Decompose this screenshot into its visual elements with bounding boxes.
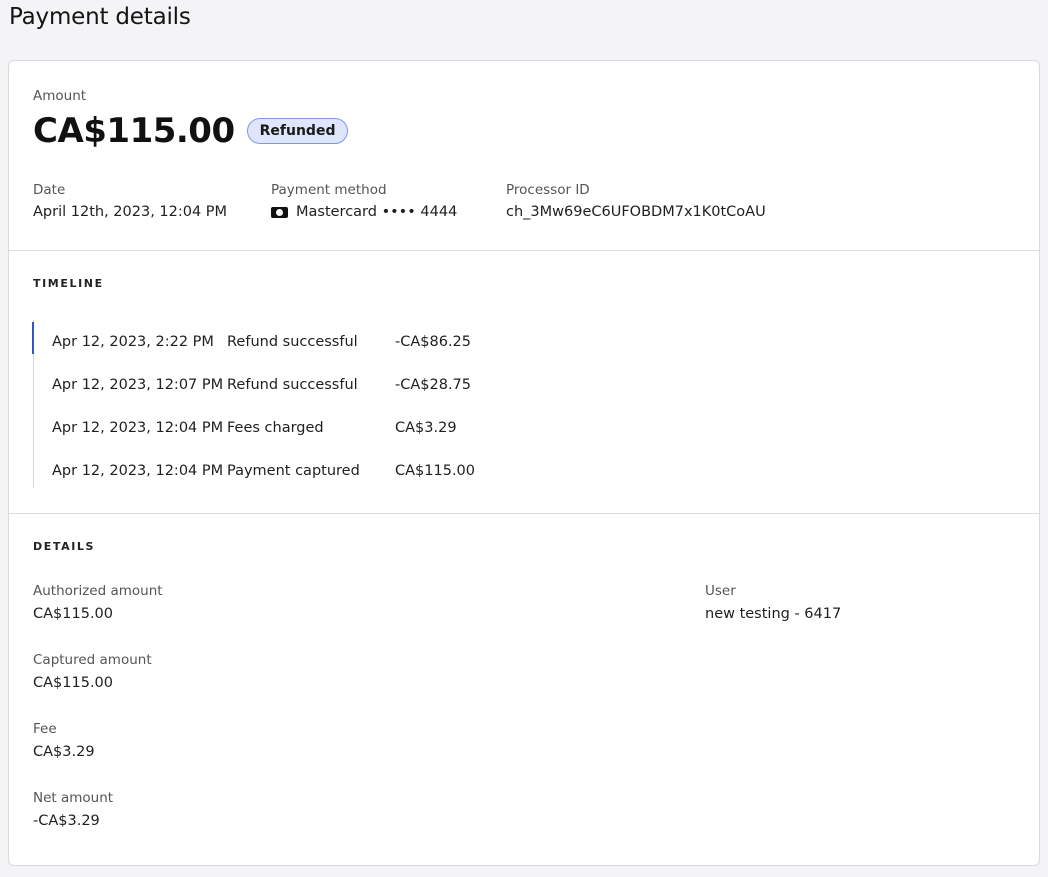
page-title: Payment details	[9, 4, 191, 30]
status-badge: Refunded	[246, 118, 349, 144]
processor-id-value: ch_3Mw69eC6UFOBDM7x1K0tCoAU	[506, 204, 766, 220]
timeline-date: Apr 12, 2023, 12:04 PM	[52, 462, 224, 479]
timeline-date: Apr 12, 2023, 2:22 PM	[52, 333, 214, 350]
detail-label: Authorized amount	[33, 583, 163, 599]
credit-card-icon	[271, 206, 288, 218]
timeline-date: Apr 12, 2023, 12:04 PM	[52, 419, 224, 436]
payment-method-field: Payment method Mastercard •••• 4444	[271, 182, 457, 220]
detail-authorized-amount: Authorized amount CA$115.00	[33, 583, 163, 652]
detail-fee: Fee CA$3.29	[33, 721, 163, 790]
details-right-column: User new testing - 6417	[705, 583, 841, 652]
detail-captured-amount: Captured amount CA$115.00	[33, 652, 163, 721]
timeline-event: Refund successful	[227, 376, 358, 393]
timeline-event: Fees charged	[227, 419, 324, 436]
timeline-event: Refund successful	[227, 333, 358, 350]
date-label: Date	[33, 182, 66, 198]
timeline-item[interactable]: Apr 12, 2023, 2:22 PM Refund successful …	[31, 320, 475, 363]
payment-card: Amount CA$115.00 Refunded Date April 12t…	[8, 60, 1040, 866]
detail-value: CA$3.29	[33, 744, 95, 760]
detail-value: CA$115.00	[33, 675, 114, 691]
detail-value: CA$115.00	[33, 606, 114, 622]
timeline-amount: -CA$28.75	[395, 376, 472, 393]
date-value: April 12th, 2023, 12:04 PM	[33, 204, 228, 220]
payment-method-value: Mastercard •••• 4444	[271, 204, 457, 220]
detail-value: new testing - 6417	[705, 606, 842, 622]
detail-label: Net amount	[33, 790, 114, 806]
date-field: Date April 12th, 2023, 12:04 PM	[33, 182, 227, 220]
details-title: DETAILS	[33, 540, 96, 553]
detail-label: Captured amount	[33, 652, 152, 668]
payment-method-label: Payment method	[271, 182, 387, 198]
timeline-event: Payment captured	[227, 462, 360, 479]
detail-user: User new testing - 6417	[705, 583, 841, 652]
amount-row: CA$115.00 Refunded	[33, 111, 349, 151]
timeline-amount: -CA$86.25	[395, 333, 472, 350]
processor-id-field: Processor ID ch_3Mw69eC6UFOBDM7x1K0tCoAU	[506, 182, 766, 220]
payment-method-text: Mastercard •••• 4444	[296, 204, 458, 220]
payment-summary: Amount CA$115.00 Refunded Date April 12t…	[9, 61, 1039, 251]
timeline-amount: CA$115.00	[395, 462, 476, 479]
timeline-section: TIMELINE Apr 12, 2023, 2:22 PM Refund su…	[9, 250, 1039, 514]
timeline-date: Apr 12, 2023, 12:07 PM	[52, 376, 224, 393]
amount-label: Amount	[33, 88, 87, 104]
detail-value: -CA$3.29	[33, 813, 100, 829]
detail-label: User	[705, 583, 736, 599]
details-left-column: Authorized amount CA$115.00 Captured amo…	[33, 583, 163, 859]
detail-label: Fee	[33, 721, 57, 737]
amount-value: CA$115.00	[33, 111, 235, 151]
timeline-list: Apr 12, 2023, 2:22 PM Refund successful …	[31, 320, 475, 488]
timeline-amount: CA$3.29	[395, 419, 457, 436]
timeline-title: TIMELINE	[33, 277, 104, 290]
timeline-item[interactable]: Apr 12, 2023, 12:04 PM Payment captured …	[34, 449, 475, 492]
timeline-item[interactable]: Apr 12, 2023, 12:04 PM Fees charged CA$3…	[34, 406, 475, 449]
detail-net-amount: Net amount -CA$3.29	[33, 790, 163, 859]
timeline-item[interactable]: Apr 12, 2023, 12:07 PM Refund successful…	[34, 363, 475, 406]
processor-id-label: Processor ID	[506, 182, 590, 198]
